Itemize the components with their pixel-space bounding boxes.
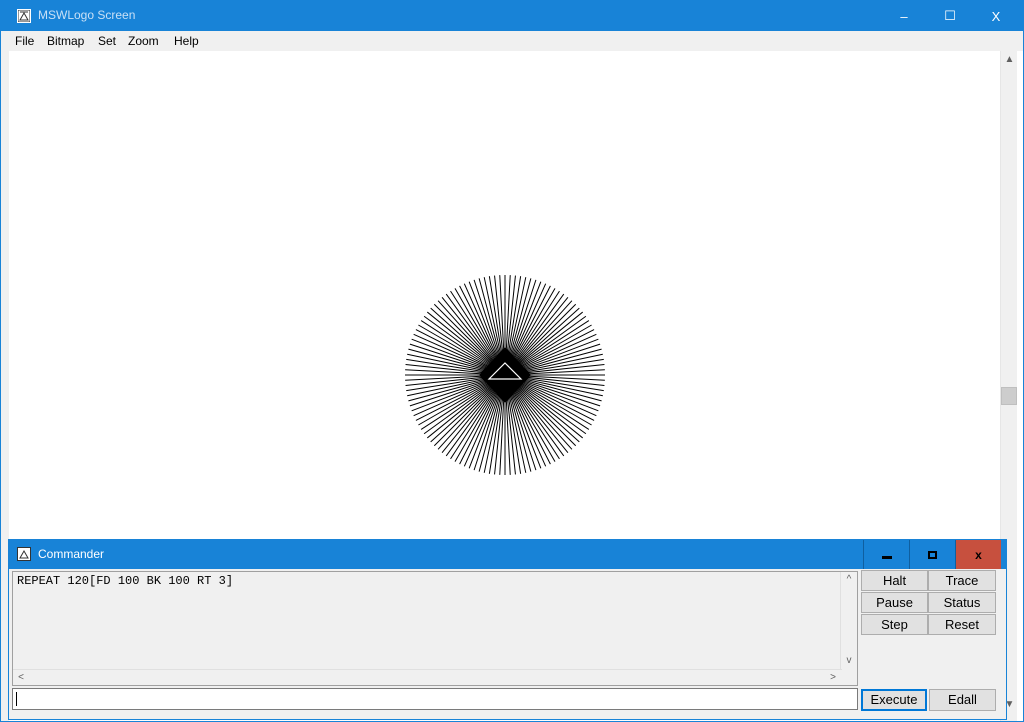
chevron-right-icon[interactable]: > (825, 670, 841, 686)
text-caret (16, 692, 17, 706)
main-window-title: MSWLogo Screen (38, 8, 136, 22)
menu-item-help[interactable]: Help (174, 34, 199, 48)
commander-minimize-button[interactable] (863, 540, 909, 569)
commander-close-button[interactable]: x (955, 540, 1001, 569)
step-button[interactable]: Step (861, 614, 928, 635)
reset-button[interactable]: Reset (928, 614, 996, 635)
scroll-thumb[interactable] (1001, 387, 1017, 405)
close-icon: x (975, 547, 982, 562)
commander-titlebar[interactable]: Commander x (9, 540, 1006, 569)
menu-item-set[interactable]: Set (98, 34, 116, 48)
chevron-down-icon[interactable]: v (841, 653, 857, 669)
history-text: REPEAT 120[FD 100 BK 100 RT 3] (17, 574, 234, 588)
commander-app-icon (17, 547, 31, 561)
minimize-button[interactable]: – (881, 1, 927, 31)
trace-button[interactable]: Trace (928, 570, 996, 591)
maximize-icon (928, 550, 937, 559)
menu-bar: File Bitmap Set Zoom Help (1, 31, 1023, 51)
command-input[interactable] (12, 688, 858, 710)
history-vertical-scrollbar[interactable]: ^ v (840, 572, 857, 669)
menu-item-file[interactable]: File (15, 34, 34, 48)
halt-button[interactable]: Halt (861, 570, 928, 591)
execute-button[interactable]: Execute (861, 689, 927, 711)
drawing-canvas[interactable] (9, 51, 1000, 543)
logo-app-icon (17, 9, 31, 23)
status-button[interactable]: Status (928, 592, 996, 613)
chevron-up-icon[interactable]: ^ (841, 572, 857, 588)
menu-item-bitmap[interactable]: Bitmap (47, 34, 84, 48)
minimize-icon (881, 556, 892, 559)
history-horizontal-scrollbar[interactable]: < > (13, 669, 842, 685)
scroll-up-arrow-icon[interactable]: ▲ (1001, 51, 1018, 68)
maximize-button[interactable]: ☐ (927, 1, 973, 31)
edall-button[interactable]: Edall (929, 689, 996, 711)
command-history[interactable]: REPEAT 120[FD 100 BK 100 RT 3] ^ v < > (12, 571, 858, 686)
pause-button[interactable]: Pause (861, 592, 928, 613)
commander-window: Commander x REPEAT 120[FD 100 BK 100 RT … (8, 539, 1007, 720)
chevron-left-icon[interactable]: < (13, 670, 29, 686)
turtle-drawing (405, 275, 605, 475)
commander-title: Commander (38, 547, 105, 561)
close-button[interactable]: X (973, 1, 1019, 31)
main-titlebar[interactable]: MSWLogo Screen – ☐ X (1, 1, 1023, 31)
commander-maximize-button[interactable] (909, 540, 955, 569)
menu-item-zoom[interactable]: Zoom (128, 34, 159, 48)
